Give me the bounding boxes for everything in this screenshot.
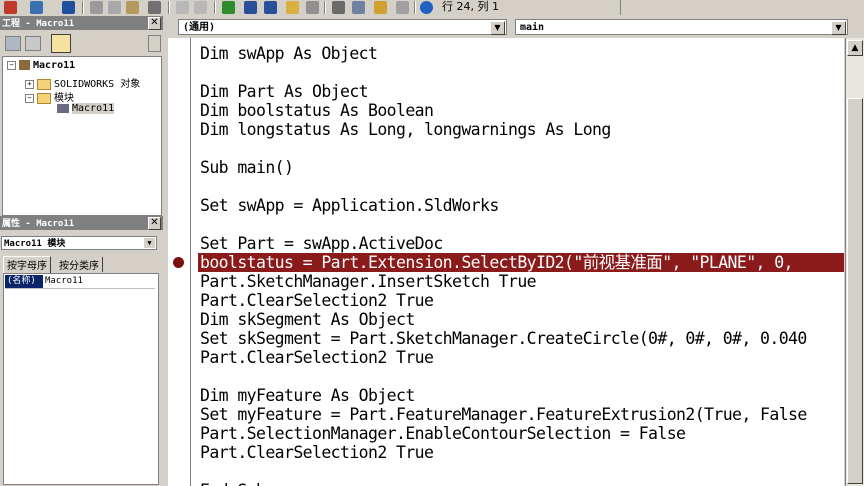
code-line[interactable]: Dim Part As Object [200,82,369,101]
procedure-combo[interactable]: main ▼ [515,19,848,35]
project-tree: − Macro11 + SOLIDWORKS 对象 − 模块 Macro11 [2,56,162,216]
code-editor[interactable]: Dim swApp As Object Dim Part As Object Dim… [168,38,844,486]
code-line[interactable]: Part.ClearSelection2 True [200,348,434,367]
cut-icon[interactable] [90,1,103,14]
tab-alphabetic[interactable]: 按字母序 [3,256,51,273]
code-line[interactable]: Set swApp = Application.SldWorks [200,196,499,215]
project-explorer-title: 工程 - Macro11 [0,16,163,30]
tree-folder-solidworks[interactable]: + SOLIDWORKS 对象 [25,75,140,90]
breakpoint-icon[interactable] [173,257,184,268]
code-line[interactable]: boolstatus = Part.Extension.SelectByID2(… [198,253,844,272]
code-line[interactable]: Set myFeature = Part.FeatureManager.Feat… [200,405,807,424]
design-mode-icon[interactable] [286,1,299,14]
code-line[interactable]: Dim swApp As Object [200,44,378,63]
code-line[interactable]: Dim skSegment As Object [200,310,415,329]
find-icon[interactable] [148,1,161,14]
vb-icon[interactable] [4,1,17,14]
property-row-name[interactable]: (名称) Macro11 [5,275,155,289]
solidworks-project-icon [19,60,30,70]
code-line[interactable]: Dim myFeature As Object [200,386,415,405]
copy-icon[interactable] [108,1,121,14]
view-object-button[interactable] [25,36,41,51]
project-explorer-icon[interactable] [306,1,319,14]
close-icon[interactable]: ✕ [148,17,161,30]
code-line[interactable]: Part.ClearSelection2 True [200,291,434,310]
insert-icon[interactable] [30,1,43,14]
properties-title: 属性 - Macro11 [0,216,163,230]
project-explorer-panel: 工程 - Macro11 ✕ − Macro11 + SOLIDWORKS 对象 −… [0,16,163,216]
chevron-down-icon[interactable]: ▼ [144,238,155,248]
cursor-position: 行 24, 列 1 [442,0,499,13]
code-line[interactable]: Dim boolstatus As Boolean [200,101,434,120]
toggle-folders-button[interactable] [51,34,71,53]
chevron-down-icon[interactable]: ▼ [490,21,505,35]
object-select[interactable]: Macro11 模块 ▼ [1,236,157,250]
panel-scroll-button[interactable] [148,35,161,52]
save-icon[interactable] [62,1,75,14]
tree-folder-modules[interactable]: − 模块 [25,89,74,104]
undo-icon[interactable] [176,1,189,14]
folder-open-icon [37,92,51,104]
stop-icon[interactable] [264,1,277,14]
scroll-up-icon[interactable]: ▲ [847,40,863,56]
module-icon [57,103,69,113]
chevron-down-icon[interactable]: ▼ [831,21,846,35]
code-line[interactable]: Set skSegment = Part.SketchManager.Creat… [200,329,807,348]
object-browser-icon[interactable] [352,1,365,14]
properties-panel: 属性 - Macro11 ✕ Macro11 模块 ▼ 按字母序 按分类序 (名… [0,216,163,486]
tree-root[interactable]: − Macro11 [7,60,75,74]
tab-categorized[interactable]: 按分类序 [56,257,103,272]
view-code-button[interactable] [5,36,21,51]
property-grid: (名称) Macro11 [3,273,159,485]
close-icon[interactable]: ✕ [148,217,161,230]
redo-icon[interactable] [194,1,207,14]
code-line[interactable]: Part.SelectionManager.EnableContourSelec… [200,424,686,443]
toolbox-icon[interactable] [396,1,409,14]
code-line[interactable]: Set Part = swApp.ActiveDoc [200,234,443,253]
standard-toolbar: 行 24, 列 1 [0,0,864,16]
tree-module-item[interactable]: Macro11 [57,103,115,117]
help-icon[interactable] [420,1,433,14]
toolbox-icon[interactable] [374,1,387,14]
code-line[interactable]: Part.ClearSelection2 True [200,443,434,462]
code-line[interactable]: End Sub [200,481,266,486]
paste-icon[interactable] [126,1,139,14]
toolbar-overflow-button[interactable] [620,0,629,15]
code-line[interactable]: Part.SketchManager.InsertSketch True [200,272,537,291]
pause-icon[interactable] [244,1,257,14]
scroll-thumb[interactable] [847,98,863,484]
code-line[interactable]: Dim longstatus As Long, longwarnings As … [200,120,611,139]
folder-icon [37,78,51,90]
vertical-scrollbar[interactable]: ▲ [845,38,864,486]
code-line[interactable]: Sub main() [200,158,294,177]
run-icon[interactable] [222,1,235,14]
properties-icon[interactable] [332,1,345,14]
object-combo[interactable]: (通用) ▼ [178,19,507,35]
project-toolbar [2,33,161,53]
